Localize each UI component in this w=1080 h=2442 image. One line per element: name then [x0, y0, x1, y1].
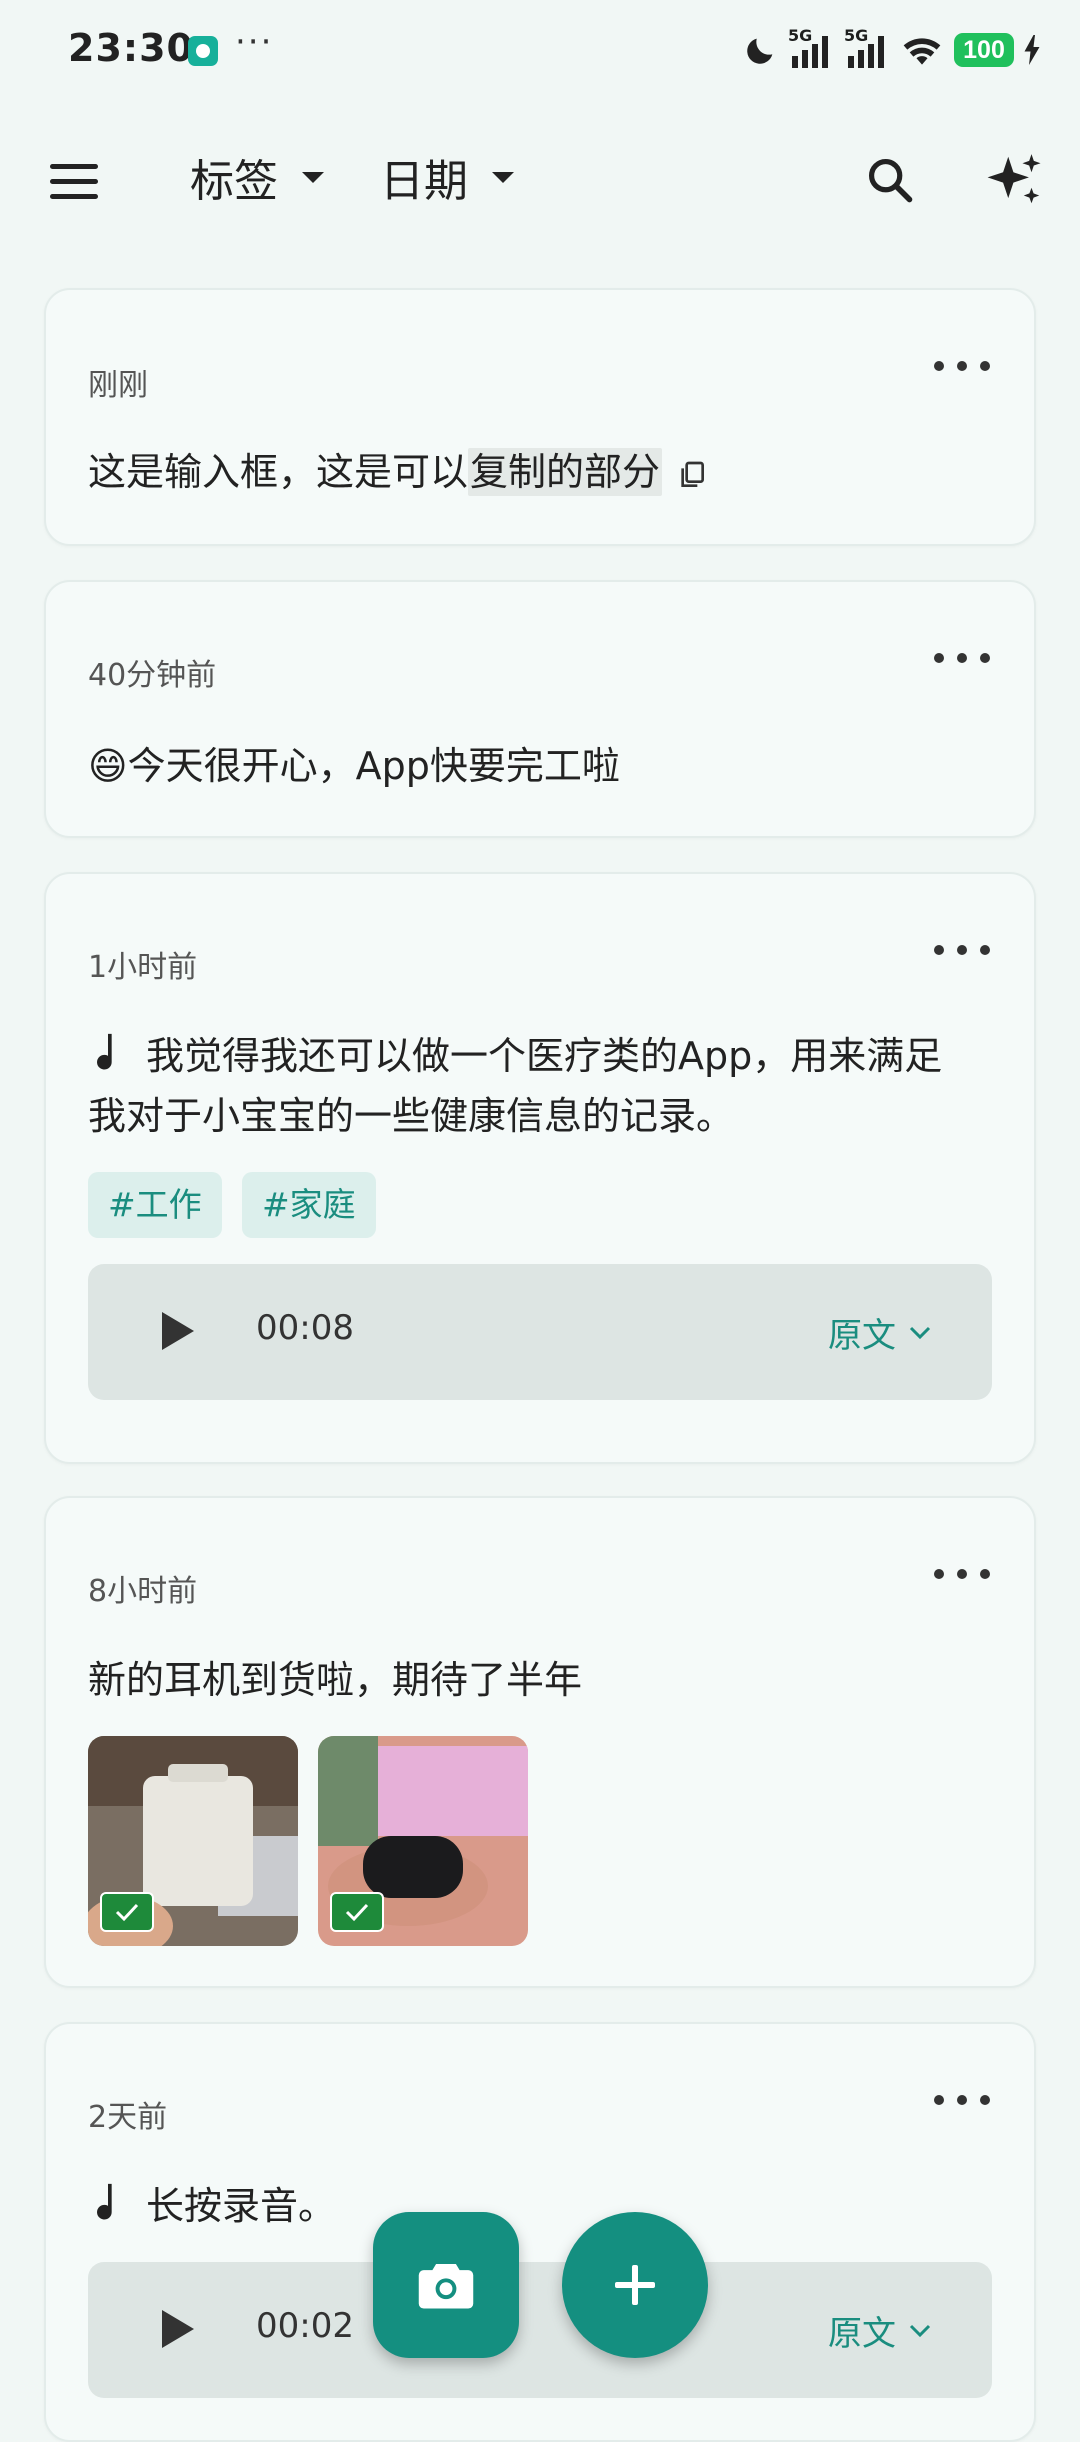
music-note-icon: [97, 2183, 112, 2220]
note-time: 1小时前: [88, 950, 198, 985]
note-time: 40分钟前: [88, 658, 217, 693]
date-filter-label: 日期: [380, 156, 468, 207]
signal-2: 5G: [844, 26, 890, 70]
moon-icon: [747, 38, 773, 64]
status-icons: 5G 5G 100: [744, 26, 1040, 74]
signal-1: 5G: [788, 26, 834, 70]
audio-duration: 00:08: [256, 1308, 354, 1348]
hamburger-menu-icon[interactable]: [46, 154, 102, 210]
search-icon[interactable]: [854, 144, 926, 216]
more-options-icon[interactable]: [934, 2080, 990, 2120]
note-text: 新的耳机到货啦，期待了半年: [88, 1658, 583, 1702]
note-text[interactable]: 这是输入框，这是可以复制的部分: [88, 442, 974, 502]
more-options-icon[interactable]: [934, 638, 990, 678]
copy-icon[interactable]: [676, 459, 708, 491]
copyable-text[interactable]: 复制的部分: [468, 448, 663, 496]
chevron-down-icon: [302, 171, 324, 183]
tag-chip[interactable]: #家庭: [242, 1172, 376, 1238]
play-icon[interactable]: [162, 2310, 194, 2348]
note-card[interactable]: 40分钟前 😄今天很开心，App快要完工啦: [44, 580, 1036, 838]
status-time: 23:30: [68, 26, 194, 70]
more-options-icon[interactable]: [934, 346, 990, 386]
date-filter-dropdown[interactable]: 日期: [380, 142, 514, 212]
audio-duration: 00:02: [256, 2306, 354, 2346]
note-time: 8小时前: [88, 1574, 198, 1609]
note-text: 我觉得我还可以做一个医疗类的App，用来满足我对于小宝宝的一些健康信息的记录。: [88, 1034, 943, 1138]
charging-icon: [1024, 35, 1040, 65]
more-options-icon[interactable]: [934, 1554, 990, 1594]
note-card[interactable]: 8小时前 新的耳机到货啦，期待了半年: [44, 1496, 1036, 1988]
camera-icon: [418, 2263, 474, 2309]
tag-filter-label: 标签: [190, 156, 278, 207]
audio-player: 00:08 原文: [88, 1264, 992, 1400]
camera-button[interactable]: [373, 2212, 519, 2358]
plus-icon: [615, 2265, 655, 2305]
note-card[interactable]: 刚刚 这是输入框，这是可以复制的部分: [44, 288, 1036, 546]
transcript-toggle[interactable]: 原文: [828, 1308, 932, 1357]
sparkle-icon[interactable]: [980, 144, 1052, 216]
note-text: 长按录音。: [146, 2184, 337, 2228]
play-icon[interactable]: [162, 1312, 194, 1350]
note-card[interactable]: 1小时前 我觉得我还可以做一个医疗类的App，用来满足我对于小宝宝的一些健康信息…: [44, 872, 1036, 1464]
audio-player: 00:02 原文: [88, 2262, 992, 2398]
checkmark-icon: [100, 1892, 154, 1932]
note-image[interactable]: [318, 1736, 528, 1946]
transcript-toggle[interactable]: 原文: [828, 2306, 932, 2355]
add-note-button[interactable]: [562, 2212, 708, 2358]
battery-indicator: 100: [954, 33, 1014, 67]
note-card[interactable]: 2天前 长按录音。 00:02 原文: [44, 2022, 1036, 2442]
wifi-icon: [903, 38, 941, 65]
note-time: 刚刚: [88, 368, 148, 403]
emoji-icon: 😄: [88, 744, 128, 788]
note-text: 😄今天很开心，App快要完工啦: [88, 744, 620, 788]
status-bar: 23:30 ··· 5G 5G 100: [0, 0, 1080, 100]
tag-filter-dropdown[interactable]: 标签: [190, 142, 324, 212]
note-image[interactable]: [88, 1736, 298, 1946]
tag-chip[interactable]: #工作: [88, 1172, 222, 1238]
checkmark-icon: [330, 1892, 384, 1932]
more-options-icon[interactable]: [934, 930, 990, 970]
chevron-down-icon: [909, 2324, 931, 2337]
chevron-down-icon: [909, 1326, 931, 1339]
app-bar: 标签 日期: [0, 130, 1080, 230]
music-note-icon: [97, 1033, 112, 1070]
more-notifications-indicator: ···: [235, 22, 274, 62]
app-notification-icon: [188, 36, 218, 66]
note-time: 2天前: [88, 2100, 168, 2135]
chevron-down-icon: [492, 171, 514, 183]
